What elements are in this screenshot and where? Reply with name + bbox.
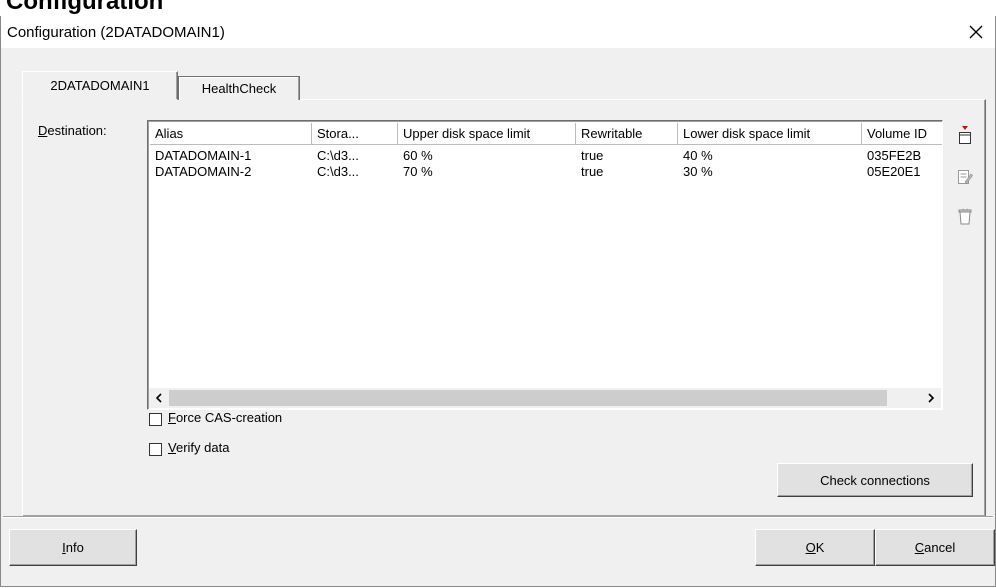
check-connections-label: Check connections (820, 472, 930, 488)
destination-label: Destination: (38, 123, 107, 138)
column-header-rewritable[interactable]: Rewritable (576, 123, 678, 145)
cell-upper-limit: 70 % (403, 164, 433, 179)
column-header-storage[interactable]: Stora... (312, 123, 398, 145)
column-header-upper-limit[interactable]: Upper disk space limit (398, 123, 576, 145)
cell-alias: DATADOMAIN-2 (155, 164, 252, 179)
close-icon (969, 25, 983, 39)
add-destination-button[interactable] (955, 124, 975, 146)
ok-button[interactable]: OK (755, 529, 875, 566)
close-button[interactable] (959, 18, 993, 46)
cell-lower-limit: 30 % (683, 164, 713, 179)
window-title: Configuration (2DATADOMAIN1) (7, 24, 225, 41)
edit-icon (958, 170, 973, 184)
title-bar: Configuration (2DATADOMAIN1) (1, 16, 995, 48)
column-header-volume-id[interactable]: Volume ID (862, 123, 942, 145)
cell-storage: C:\d3... (317, 164, 359, 179)
scroll-left-button[interactable] (149, 388, 169, 408)
cell-volume-id: 05E20E1 (867, 164, 921, 179)
delete-destination-button[interactable] (955, 206, 975, 228)
table-row[interactable]: DATADOMAIN-2 C:\d3... 70 % true 30 % 05E… (150, 163, 942, 181)
column-header-lower-limit[interactable]: Lower disk space limit (678, 123, 862, 145)
cropped-header-strip: Configuration (0, 0, 996, 16)
chevron-left-icon (155, 393, 162, 403)
add-icon (959, 126, 971, 144)
tab-label: 2DATADOMAIN1 (50, 78, 150, 93)
tab-healthcheck[interactable]: HealthCheck (178, 76, 300, 100)
cropped-header-text: Configuration (6, 0, 164, 15)
info-button[interactable]: Info (9, 529, 137, 566)
configuration-dialog: Configuration (2DATADOMAIN1) 2DATADOMAIN… (0, 16, 996, 587)
scroll-right-button[interactable] (921, 388, 941, 408)
column-header-alias[interactable]: Alias (150, 123, 312, 145)
force-cas-creation-checkbox[interactable] (149, 413, 162, 426)
cancel-label: Cancel (914, 540, 956, 555)
cancel-button[interactable]: Cancel (875, 529, 995, 566)
edit-destination-button[interactable] (955, 166, 975, 188)
verify-data-label[interactable]: Verify data (168, 440, 229, 455)
ok-label: OK (805, 540, 825, 555)
cell-rewritable: true (581, 164, 604, 179)
destination-list[interactable]: Alias Stora... Upper disk space limit Re… (147, 120, 943, 410)
verify-data-checkbox[interactable] (149, 443, 162, 456)
tab-label: HealthCheck (201, 81, 277, 96)
chevron-right-icon (928, 393, 935, 403)
check-connections-button[interactable]: Check connections (777, 463, 973, 497)
scroll-thumb[interactable] (169, 390, 887, 406)
tab-2datadomain1[interactable]: 2DATADOMAIN1 (22, 71, 178, 100)
force-cas-creation-label[interactable]: Force CAS-creation (168, 410, 282, 425)
delete-icon (958, 208, 972, 225)
horizontal-scrollbar[interactable] (149, 388, 941, 408)
footer-separator (3, 516, 993, 518)
info-label: Info (62, 540, 84, 555)
